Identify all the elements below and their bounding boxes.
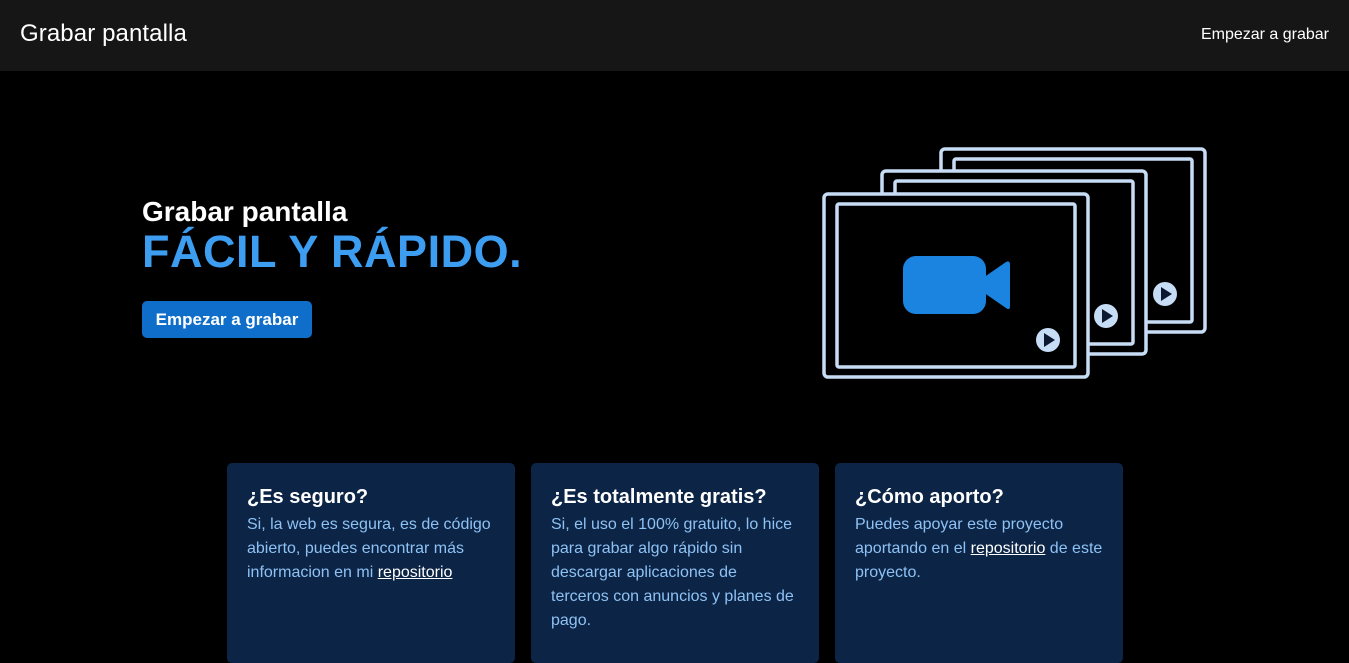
hero-text: Grabar pantalla FÁCIL Y RÁPIDO. — [142, 196, 522, 276]
faq-card-text: Si, la web es segura, es de código abier… — [247, 513, 495, 585]
navbar: Grabar pantalla Empezar a grabar — [0, 0, 1349, 71]
repository-link[interactable]: repositorio — [971, 540, 1046, 557]
hero-title: FÁCIL Y RÁPIDO. — [142, 226, 523, 277]
brand-link[interactable]: Grabar pantalla — [20, 20, 187, 48]
faq-card-text: Puedes apoyar este proyecto aportando en… — [855, 513, 1103, 585]
nav-start-recording-link[interactable]: Empezar a grabar — [1201, 26, 1329, 44]
faq-card-text: Si, el uso el 100% gratuito, lo hice par… — [551, 513, 799, 633]
faq-card-text-part: Si, el uso el 100% gratuito, lo hice par… — [551, 516, 794, 629]
faq-card-title: ¿Es totalmente gratis? — [551, 486, 767, 508]
faq-card-title: ¿Cómo aporto? — [855, 486, 1004, 508]
faq-card-contribute: ¿Cómo aporto? Puedes apoyar este proyect… — [835, 463, 1123, 663]
faq-card-title: ¿Es seguro? — [247, 486, 369, 508]
repository-link[interactable]: repositorio — [378, 564, 453, 581]
play-icon — [1094, 304, 1118, 328]
play-icon — [1153, 282, 1177, 306]
start-recording-button[interactable]: Empezar a grabar — [142, 301, 312, 338]
video-frames-illustration — [822, 147, 1207, 379]
hero-subtitle: Grabar pantalla — [142, 196, 348, 227]
faq-card-free: ¿Es totalmente gratis? Si, el uso el 100… — [531, 463, 819, 663]
play-icon — [1036, 328, 1060, 352]
faq-card-security: ¿Es seguro? Si, la web es segura, es de … — [227, 463, 515, 663]
faq-card-text-part: Si, la web es segura, es de código abier… — [247, 516, 491, 581]
